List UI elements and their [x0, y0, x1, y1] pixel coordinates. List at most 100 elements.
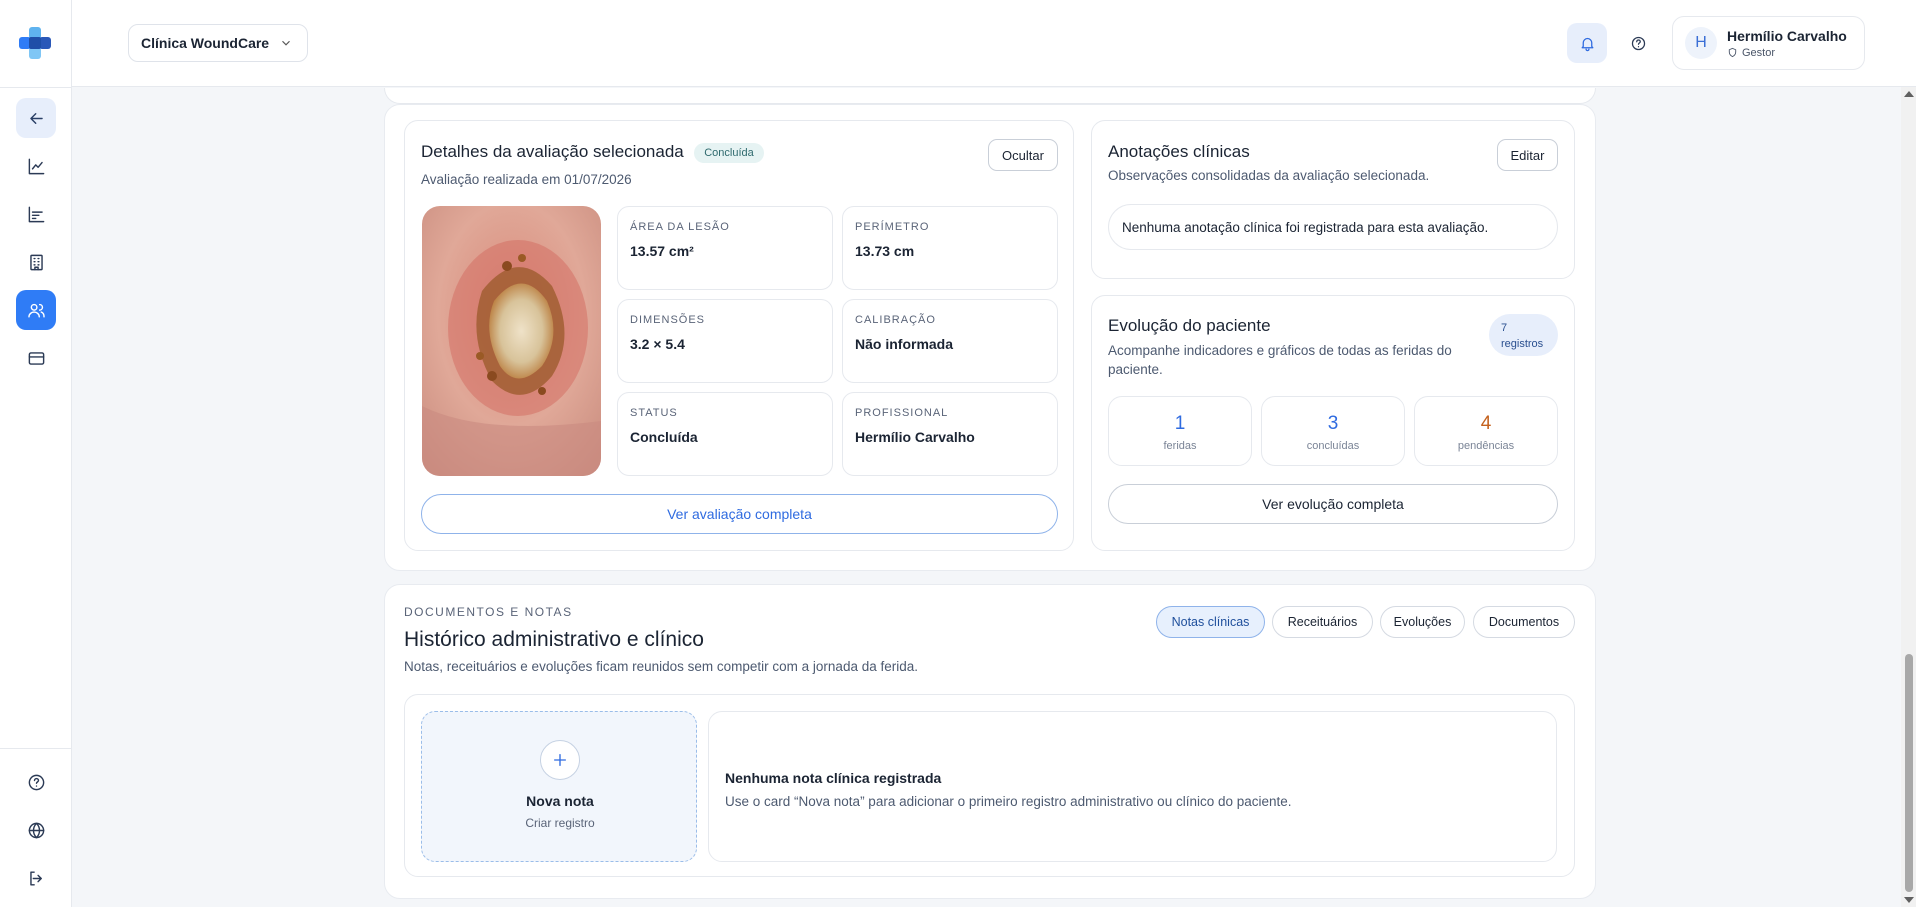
scroll-up-arrow[interactable]	[1904, 91, 1914, 97]
previous-panel-edge	[384, 88, 1596, 104]
metric-status: Status Concluída	[617, 392, 833, 476]
nav-billing[interactable]	[16, 338, 56, 378]
metric-value: Hermílio Carvalho	[855, 429, 975, 445]
nav-clinics[interactable]	[16, 242, 56, 282]
nav-language[interactable]	[16, 810, 56, 850]
tab-documents[interactable]: Documentos	[1473, 606, 1575, 638]
view-full-evolution-button[interactable]: Ver evolução completa	[1108, 484, 1558, 524]
metric-calibration: Calibração Não informada	[842, 299, 1058, 383]
notes-subtitle: Observações consolidadas da avaliação se…	[1108, 168, 1430, 183]
user-name: Hermílio Carvalho	[1727, 27, 1847, 44]
tab-prescriptions[interactable]: Receituários	[1272, 606, 1373, 638]
notes-empty-state: Nenhuma anotação clínica foi registrada …	[1108, 204, 1558, 250]
credit-card-icon	[28, 351, 44, 365]
scroll-thumb[interactable]	[1905, 654, 1913, 892]
nav-help[interactable]	[16, 762, 56, 802]
back-icon	[29, 112, 43, 124]
evolution-title: Evolução do paciente	[1108, 316, 1271, 335]
bar-chart-icon	[28, 206, 44, 222]
patient-evolution-card: Evolução do paciente Acompanhe indicador…	[1091, 295, 1575, 551]
evolution-subtitle: Acompanhe indicadores e gráficos de toda…	[1108, 343, 1452, 377]
stat-pending: 4 pendências	[1414, 396, 1558, 466]
scroll-down-arrow[interactable]	[1904, 897, 1914, 903]
users-icon	[27, 303, 45, 318]
help-icon	[28, 774, 44, 790]
stat-label: concluídas	[1306, 440, 1360, 452]
new-note-subtitle: Criar registro	[525, 816, 595, 830]
add-note-button[interactable]	[540, 740, 580, 780]
nav-dashboard[interactable]	[16, 146, 56, 186]
building-icon	[29, 254, 43, 270]
stat-completed: 3 concluídas	[1261, 396, 1405, 466]
metric-label: Perímetro	[855, 221, 930, 233]
notifications-button[interactable]	[1567, 23, 1607, 63]
metric-label: Área da lesão	[630, 221, 730, 233]
app-logo[interactable]	[16, 24, 54, 62]
metric-value: 13.57 cm²	[630, 243, 694, 259]
stat-value: 1	[1174, 413, 1186, 434]
docs-title: Histórico administrativo e clínico	[404, 628, 704, 651]
chart-line-icon	[28, 158, 44, 174]
new-note-title: Nova nota	[526, 793, 594, 809]
metric-label: Status	[630, 407, 678, 419]
details-header: Detalhes da avaliação selecionada Conclu…	[421, 142, 764, 163]
user-menu[interactable]: H Hermílio Carvalho Gestor	[1672, 16, 1865, 70]
metric-professional: Profissional Hermílio Carvalho	[842, 392, 1058, 476]
metric-value: 13.73 cm	[855, 243, 915, 259]
records-badge: 7 registros	[1489, 314, 1558, 356]
hide-button[interactable]: Ocultar	[988, 139, 1058, 171]
notes-empty-state: Nenhuma nota clínica registrada Use o ca…	[708, 711, 1557, 862]
tab-evolutions[interactable]: Evoluções	[1380, 606, 1465, 638]
view-full-assessment-button[interactable]: Ver avaliação completa	[421, 494, 1058, 534]
stat-value: 4	[1480, 413, 1492, 434]
wound-photo[interactable]	[422, 206, 601, 476]
nav-reports[interactable]	[16, 194, 56, 234]
notes-title: Anotações clínicas	[1108, 142, 1250, 161]
help-icon	[1631, 36, 1645, 50]
details-title: Detalhes da avaliação selecionada	[421, 142, 684, 161]
metric-dimensions: Dimensões 3.2 × 5.4	[617, 299, 833, 383]
details-date: Avaliação realizada em 01/07/2026	[421, 172, 632, 187]
records-label: registros	[1501, 338, 1544, 350]
empty-text: Use o card “Nova nota” para adicionar o …	[725, 794, 1292, 809]
stat-value: 3	[1327, 413, 1339, 434]
nav-logout[interactable]	[16, 858, 56, 898]
wound-image	[422, 206, 601, 476]
divider	[0, 87, 72, 88]
clinic-name: Clínica WoundCare	[141, 35, 270, 51]
docs-subtitle: Notas, receituários e evoluções ficam re…	[404, 659, 918, 674]
metric-value: Concluída	[630, 429, 698, 445]
help-button[interactable]	[1618, 23, 1658, 63]
user-role: Gestor	[1727, 47, 1847, 59]
clinic-select[interactable]: Clínica WoundCare	[128, 24, 309, 62]
divider	[0, 748, 72, 749]
plus-icon	[554, 754, 566, 766]
empty-title: Nenhuma nota clínica registrada	[725, 770, 942, 786]
edit-notes-button[interactable]: Editar	[1497, 139, 1558, 171]
logout-icon	[29, 870, 42, 886]
tab-clinical-notes[interactable]: Notas clínicas	[1156, 606, 1265, 638]
bell-icon	[1581, 37, 1593, 51]
shield-icon	[1728, 47, 1737, 58]
metric-value: Não informada	[855, 336, 954, 352]
metric-label: Calibração	[855, 314, 936, 326]
topbar: Clínica WoundCare H Hermílio Carvalho Ge…	[72, 0, 1916, 87]
records-count: 7	[1501, 322, 1508, 334]
globe-icon	[28, 822, 44, 838]
scrollbar[interactable]	[1901, 87, 1916, 907]
metric-perimeter: Perímetro 13.73 cm	[842, 206, 1058, 290]
chevron-down-icon	[282, 40, 291, 46]
metric-value: 3.2 × 5.4	[630, 336, 685, 352]
clinical-notes-card: Anotações clínicas Observações consolida…	[1091, 120, 1575, 279]
nav-patients[interactable]	[16, 290, 56, 330]
metric-area: Área da lesão 13.57 cm²	[617, 206, 833, 290]
stat-label: feridas	[1163, 440, 1197, 452]
avatar: H	[1685, 27, 1717, 59]
docs-eyebrow: DOCUMENTOS E NOTAS	[404, 605, 573, 619]
assessment-details-card: Detalhes da avaliação selecionada Conclu…	[404, 120, 1074, 551]
sidebar	[0, 0, 72, 907]
notes-list-card: Nova nota Criar registro Nenhuma nota cl…	[404, 694, 1575, 877]
new-note-card[interactable]: Nova nota Criar registro	[421, 711, 697, 862]
stat-label: pendências	[1457, 440, 1515, 452]
back-button[interactable]	[16, 98, 56, 138]
